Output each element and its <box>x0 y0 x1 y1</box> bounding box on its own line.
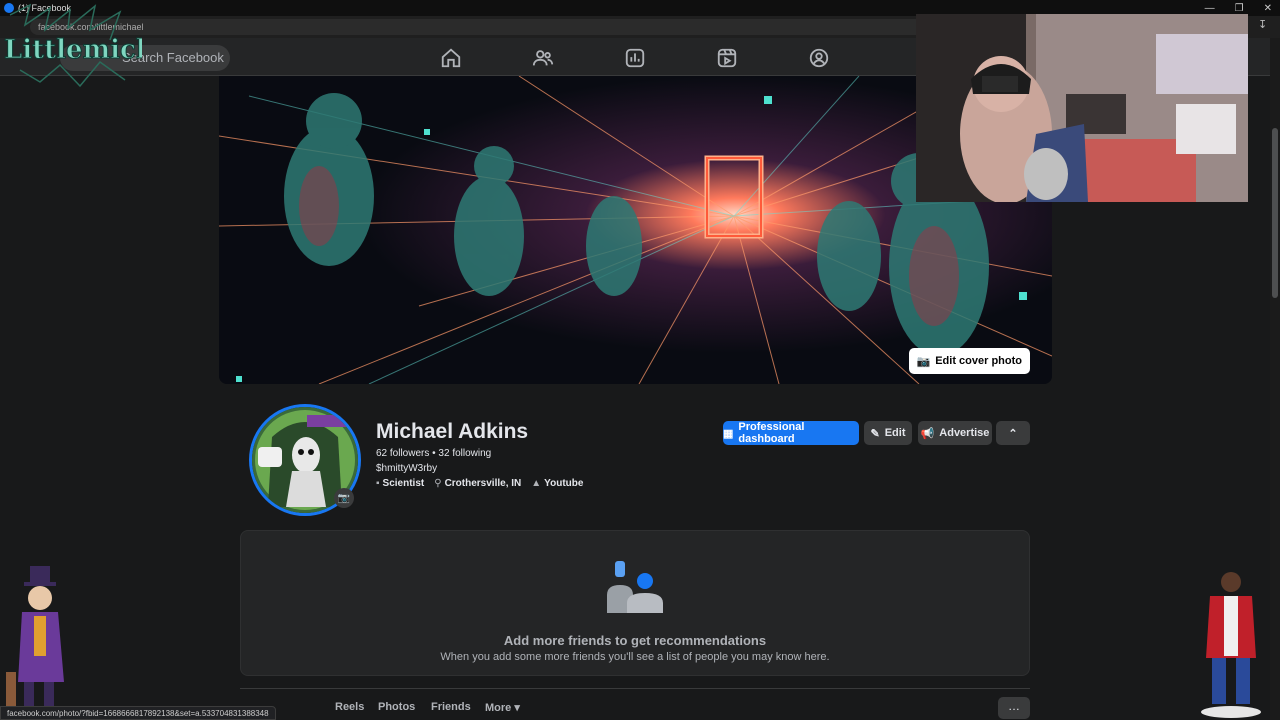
edit-cover-photo-button[interactable]: 📷 Edit cover photo <box>908 348 1030 374</box>
edit-profile-label: Edit <box>884 427 906 439</box>
following-count[interactable]: 32 following <box>438 448 491 459</box>
edit-profile-button[interactable]: ✎ Edit <box>864 421 912 445</box>
location-pin-icon: ⚲ <box>434 478 442 489</box>
friends-icon[interactable] <box>532 47 554 69</box>
tab-friends[interactable]: Friends <box>431 701 471 713</box>
download-icon[interactable]: ↧ <box>1258 18 1274 34</box>
profile-username: $hmittyW3rby <box>376 463 438 474</box>
chevron-up-icon: ⌃ <box>1008 427 1018 440</box>
restore-icon[interactable]: ❐ <box>1235 3 1244 14</box>
caret-down-icon: ▾ <box>514 702 520 714</box>
recommendations-title: Add more friends to get recommendations <box>503 633 767 648</box>
status-bar-url: facebook.com/photo/?fbid=166866681789213… <box>0 706 276 720</box>
more-options-button[interactable]: … <box>998 697 1030 719</box>
close-icon[interactable]: ✕ <box>1264 3 1272 14</box>
minimize-icon[interactable]: — <box>1205 3 1215 14</box>
dashboard-icon[interactable] <box>624 47 646 69</box>
camera-icon: 📷 <box>916 355 931 368</box>
overlay-logo-text: Littlemichael <box>4 35 142 65</box>
detail-location[interactable]: ⚲ Crothersville, IN <box>434 478 521 489</box>
scrollbar-thumb[interactable] <box>1272 128 1278 298</box>
groups-icon[interactable] <box>808 47 830 69</box>
people-illustration-icon <box>607 561 663 613</box>
page-scrollbar[interactable] <box>1270 38 1280 720</box>
profile-tabs: Reels Photos Friends More ▾ … <box>240 688 1030 720</box>
profile-name: Michael Adkins <box>376 420 529 443</box>
tab-photos[interactable]: Photos <box>378 701 415 713</box>
collapse-button[interactable]: ⌃ <box>996 421 1030 445</box>
edit-cover-photo-label: Edit cover photo <box>935 355 1022 367</box>
advertise-label: Advertise <box>939 427 990 439</box>
briefcase-icon: ▪ <box>376 478 380 489</box>
recommendations-subtitle: When you add some more friends you'll se… <box>440 651 830 663</box>
home-icon[interactable] <box>440 47 462 69</box>
update-avatar-camera-icon[interactable]: 📷 <box>334 488 354 508</box>
tab-more-label: More <box>485 702 512 714</box>
detail-work: ▪ Scientist <box>376 478 425 489</box>
stream-overlay-logo: Littlemichael <box>0 0 199 90</box>
megaphone-icon: 📢 <box>920 427 935 440</box>
character-sticker <box>1196 570 1266 720</box>
pencil-icon: ✎ <box>870 427 880 440</box>
followers-count[interactable]: 62 followers <box>376 448 429 459</box>
wonka-sticker <box>4 562 90 720</box>
detail-youtube[interactable]: ▲ Youtube <box>531 478 583 489</box>
youtube-icon: ▲ <box>531 478 542 489</box>
dashboard-icon: ▦ <box>723 427 734 440</box>
follow-counts: 62 followers • 32 following <box>376 448 491 459</box>
tab-reels[interactable]: Reels <box>335 701 364 713</box>
advertise-button[interactable]: 📢 Advertise <box>918 421 992 445</box>
professional-dashboard-label: Professional dashboard <box>738 421 805 445</box>
webcam-overlay <box>916 14 1248 202</box>
recommendations-card: Add more friends to get recommendations … <box>240 530 1030 676</box>
reels-icon[interactable] <box>716 47 738 69</box>
tab-more[interactable]: More ▾ <box>485 701 520 714</box>
profile-details: ▪ Scientist ⚲ Crothersville, IN ▲ Youtube <box>376 478 583 489</box>
professional-dashboard-button[interactable]: ▦ Professional dashboard <box>723 421 859 445</box>
